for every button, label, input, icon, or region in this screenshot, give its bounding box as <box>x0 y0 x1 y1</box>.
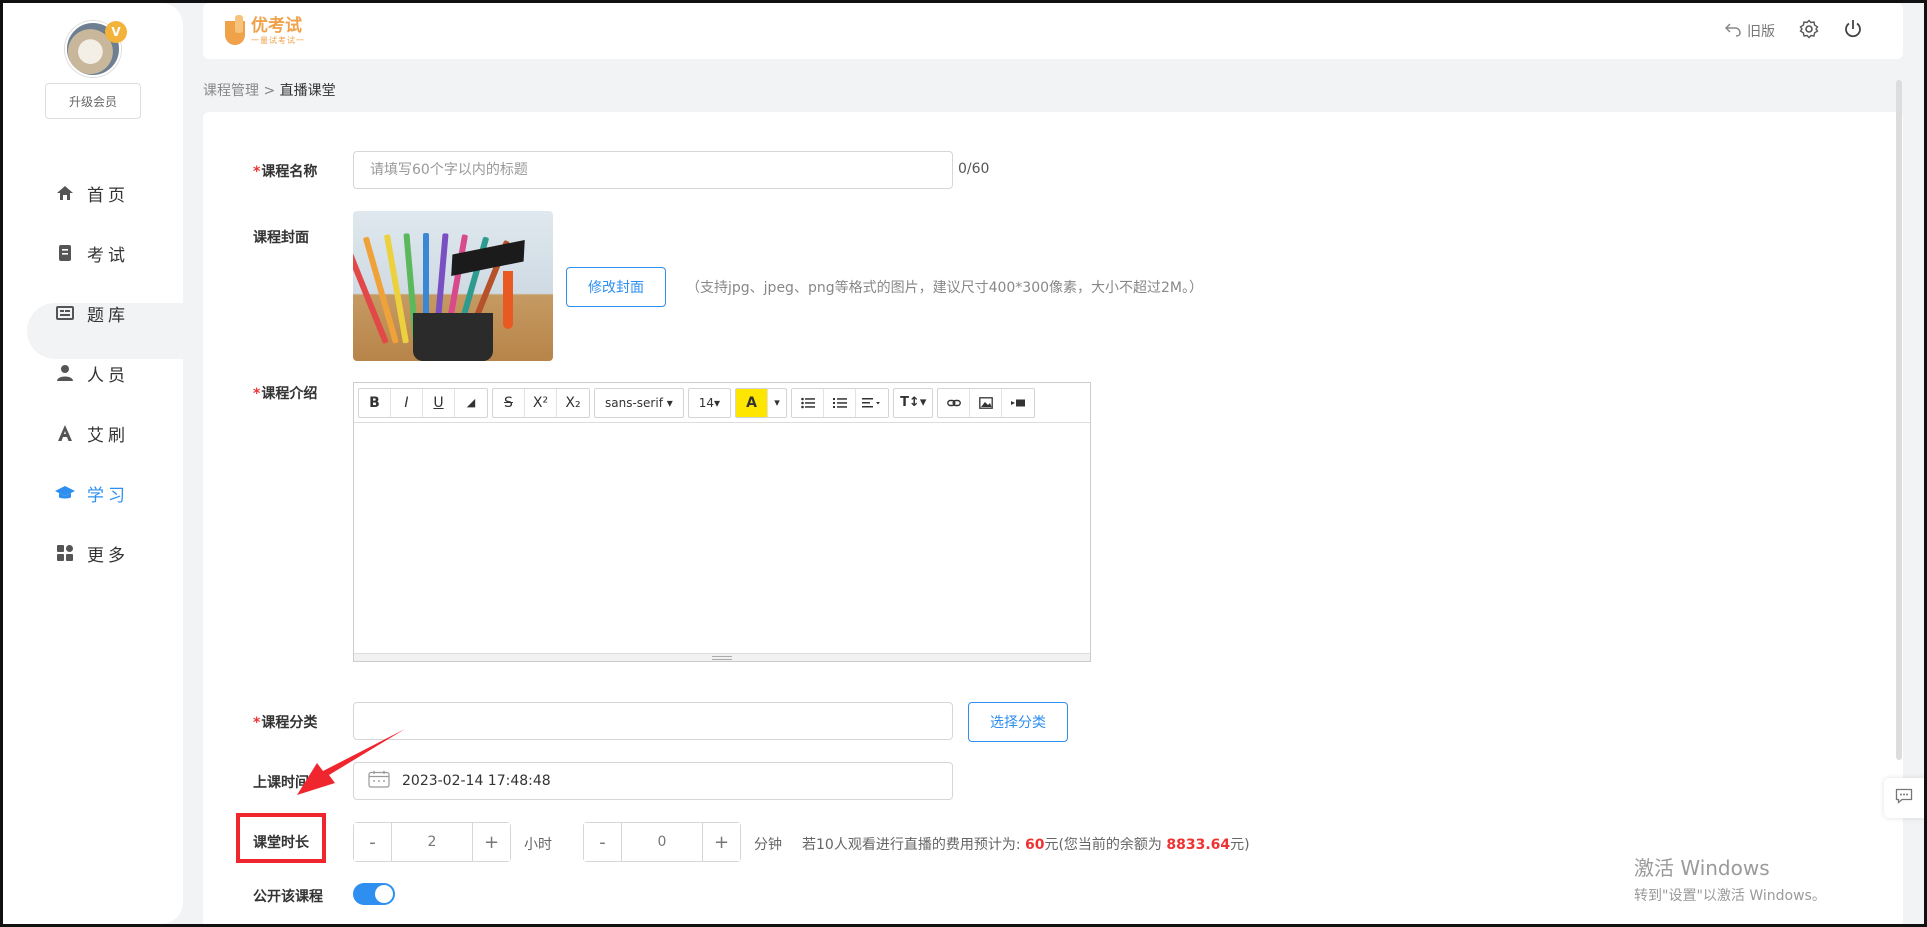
balance-amount: 8833.64 <box>1166 837 1231 853</box>
gear-icon[interactable] <box>1799 19 1819 43</box>
sidebar-item-label: 学习 <box>87 485 129 506</box>
cost-estimate: 若10人观看进行直播的费用预计为: 60元(您当前的余额为 8833.64元) <box>802 837 1250 853</box>
minutes-stepper: - 0 + <box>583 822 741 862</box>
vip-badge-icon: V <box>105 21 127 43</box>
bullet-list-icon[interactable] <box>792 388 825 417</box>
minutes-decrement-button[interactable]: - <box>584 823 622 861</box>
scrollbar[interactable] <box>1896 80 1902 760</box>
course-name-counter: 0/60 <box>958 161 990 177</box>
sidebar-item-exam[interactable]: 考试 <box>3 223 183 283</box>
user-icon <box>55 363 75 383</box>
sidebar-item-question-bank[interactable]: 题库 <box>3 283 183 343</box>
exam-icon <box>55 243 75 263</box>
link-icon[interactable] <box>938 388 971 417</box>
hours-decrement-button[interactable]: - <box>354 823 392 861</box>
upgrade-member-button[interactable]: 升级会员 <box>45 83 141 119</box>
minutes-increment-button[interactable]: + <box>702 823 740 861</box>
sidebar-item-home[interactable]: 首页 <box>3 163 183 223</box>
breadcrumb-current: 直播课堂 <box>279 83 336 99</box>
sidebar-item-users[interactable]: 人员 <box>3 343 183 403</box>
line-height-select[interactable]: T↕▾ <box>894 389 932 417</box>
font-family-select[interactable]: sans-serif ▾ <box>595 389 683 417</box>
public-course-toggle[interactable] <box>353 883 395 905</box>
header-actions: 旧版 <box>1724 19 1863 43</box>
font-size-select[interactable]: 14▾ <box>689 389 730 417</box>
minutes-value[interactable]: 0 <box>622 823 702 861</box>
sidebar-item-label: 更多 <box>87 545 129 566</box>
course-cover-image <box>353 211 553 361</box>
rich-text-editor: B I U ◢ S X² X₂ sans-serif ▾ 14▾ A ▾ T↕▾ <box>353 382 1091 662</box>
graduation-cap-icon <box>55 483 75 503</box>
old-version-label: 旧版 <box>1747 24 1775 40</box>
sidebar-item-label: 首页 <box>87 185 129 206</box>
italic-button[interactable]: I <box>391 388 423 417</box>
breadcrumb: 课程管理 > 直播课堂 <box>203 80 336 100</box>
course-category-input[interactable] <box>353 702 953 740</box>
chat-float-button[interactable] <box>1884 778 1924 818</box>
course-intro-label: *课程介绍 <box>253 386 318 402</box>
editor-toolbar: B I U ◢ S X² X₂ sans-serif ▾ 14▾ A ▾ T↕▾ <box>354 383 1090 423</box>
image-icon[interactable] <box>970 388 1003 417</box>
logo-icon <box>223 15 251 47</box>
sidebar-item-label: 题库 <box>87 305 129 326</box>
home-icon <box>55 183 75 203</box>
sidebar-item-label: 艾刷 <box>87 425 129 446</box>
old-version-link[interactable]: 旧版 <box>1724 21 1775 41</box>
sidebar-item-ai-brush[interactable]: 艾刷 <box>3 403 183 463</box>
logo-subtitle: 一量试考试一 <box>251 35 305 45</box>
duration-label: 课堂时长 <box>253 835 309 851</box>
font-color-dropdown[interactable]: ▾ <box>768 389 786 417</box>
sidebar-item-label: 考试 <box>87 245 129 266</box>
video-icon[interactable] <box>1002 389 1034 417</box>
select-category-button[interactable]: 选择分类 <box>968 702 1068 742</box>
change-cover-button[interactable]: 修改封面 <box>566 267 666 307</box>
breadcrumb-separator: > <box>263 83 276 99</box>
sidebar-item-label: 人员 <box>87 365 129 386</box>
public-course-label: 公开该课程 <box>253 889 323 905</box>
subscript-button[interactable]: X₂ <box>557 389 589 417</box>
chat-icon <box>1895 788 1913 808</box>
editor-content-area[interactable] <box>354 423 1090 653</box>
underline-button[interactable]: U <box>423 388 455 417</box>
required-mark: * <box>253 164 261 180</box>
minutes-unit: 分钟 <box>754 837 782 853</box>
required-mark: * <box>253 715 261 731</box>
sidebar-item-more[interactable]: 更多 <box>3 523 183 583</box>
sidebar-item-study[interactable]: 学习 <box>3 463 183 523</box>
ai-brush-icon <box>55 423 75 443</box>
numbered-list-icon[interactable] <box>824 388 857 417</box>
strike-button[interactable]: S <box>493 388 525 417</box>
course-name-label: *课程名称 <box>253 164 318 180</box>
hours-stepper: - 2 + <box>353 822 511 862</box>
superscript-button[interactable]: X² <box>525 388 557 417</box>
align-icon[interactable] <box>856 389 888 417</box>
power-icon[interactable] <box>1843 19 1863 43</box>
logo-text: 优考试 <box>251 15 302 36</box>
editor-resize-handle[interactable] <box>354 653 1090 661</box>
hours-value[interactable]: 2 <box>392 823 472 861</box>
sidebar: V 升级会员 首页 考试 题库 人员 艾刷 学习 更多 <box>3 3 187 924</box>
cover-hint: （支持jpg、jpeg、png等格式的图片，建议尺寸400*300像素，大小不超… <box>686 280 1204 296</box>
hours-increment-button[interactable]: + <box>472 823 510 861</box>
course-name-input[interactable] <box>353 151 953 189</box>
bold-button[interactable]: B <box>359 388 391 417</box>
main-nav: 首页 考试 题库 人员 艾刷 学习 更多 <box>3 163 183 583</box>
question-bank-icon <box>55 303 75 323</box>
breadcrumb-parent[interactable]: 课程管理 <box>203 83 259 99</box>
eraser-icon[interactable]: ◢ <box>455 389 487 417</box>
logo[interactable]: 优考试 一量试考试一 <box>223 15 305 47</box>
grid-icon <box>55 543 75 563</box>
class-time-picker[interactable]: 2023-02-14 17:48:48 <box>353 762 953 800</box>
top-header: 优考试 一量试考试一 旧版 <box>203 3 1903 59</box>
undo-icon <box>1724 21 1741 41</box>
course-cover-label: 课程封面 <box>253 230 309 246</box>
required-mark: * <box>253 386 261 402</box>
font-color-button[interactable]: A <box>736 388 769 417</box>
annotation-arrow-icon <box>297 729 405 795</box>
class-time-value: 2023-02-14 17:48:48 <box>402 773 551 789</box>
hours-unit: 小时 <box>524 837 552 853</box>
cost-amount: 60 <box>1024 837 1045 853</box>
windows-activation-watermark: 激活 Windows 转到"设置"以激活 Windows。 <box>1634 856 1826 904</box>
